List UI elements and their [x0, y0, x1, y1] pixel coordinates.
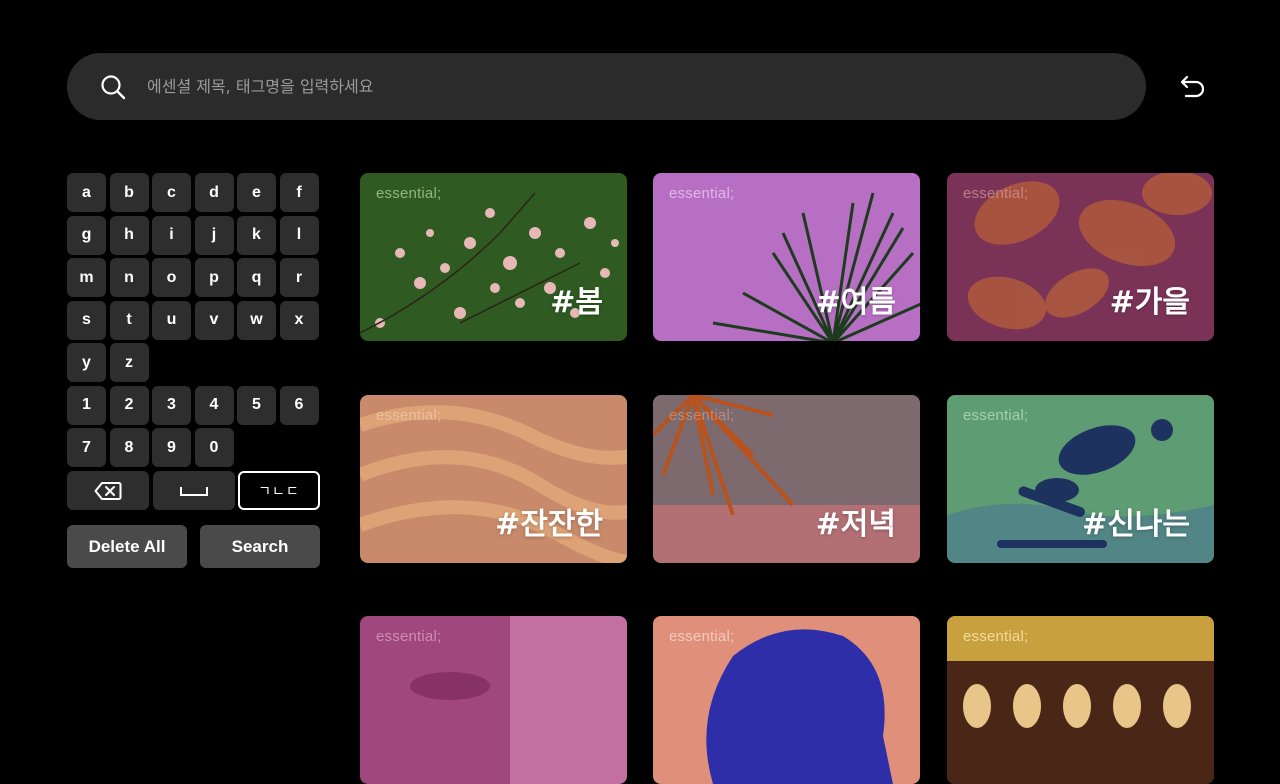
back-icon	[1180, 75, 1205, 98]
key-p[interactable]: p	[194, 258, 234, 297]
back-button[interactable]	[1176, 70, 1210, 104]
key-1[interactable]: 1	[67, 385, 106, 425]
key-r[interactable]: r	[279, 258, 319, 297]
key-s[interactable]: s	[67, 300, 106, 340]
card-tag: #봄	[550, 285, 603, 320]
search-icon	[99, 73, 127, 101]
key-z[interactable]: z	[109, 343, 149, 382]
key-e[interactable]: e	[237, 173, 276, 212]
key-x[interactable]: x	[279, 300, 319, 340]
key-6[interactable]: 6	[279, 385, 319, 425]
key-l[interactable]: l	[279, 215, 319, 255]
delete-all-button[interactable]: Delete All	[67, 525, 187, 568]
card-exciting[interactable]: essential; #신나는	[947, 395, 1214, 563]
card-portrait-lips[interactable]: essential;	[360, 616, 627, 784]
card-tag: #신나는	[1082, 507, 1190, 542]
key-g[interactable]: g	[67, 215, 106, 255]
key-h[interactable]: h	[109, 215, 149, 255]
key-k[interactable]: k	[237, 215, 276, 255]
card-brand: essential;	[963, 407, 1029, 424]
key-9[interactable]: 9	[152, 428, 191, 467]
card-tag: #가을	[1109, 285, 1190, 320]
key-i[interactable]: i	[152, 215, 191, 255]
key-f[interactable]: f	[279, 173, 319, 212]
key-3[interactable]: 3	[152, 385, 191, 425]
card-cake[interactable]: essential;	[947, 616, 1214, 784]
card-tag: #여름	[815, 285, 896, 320]
search-bar[interactable]	[67, 53, 1146, 120]
card-portrait-profile[interactable]: essential;	[653, 616, 920, 784]
card-brand: essential;	[376, 407, 442, 424]
key-q[interactable]: q	[237, 258, 276, 297]
card-tag: #저녁	[815, 507, 896, 542]
card-brand: essential;	[669, 185, 735, 202]
key-w[interactable]: w	[237, 300, 276, 340]
key-m[interactable]: m	[67, 258, 106, 297]
key-o[interactable]: o	[152, 258, 191, 297]
key-4[interactable]: 4	[194, 385, 234, 425]
card-brand: essential;	[669, 407, 735, 424]
card-summer[interactable]: essential; #여름	[653, 173, 920, 341]
language-toggle-key[interactable]: ㄱㄴㄷ	[238, 471, 320, 510]
card-tag: #잔잔한	[495, 507, 603, 542]
key-v[interactable]: v	[194, 300, 234, 340]
language-toggle-label: ㄱㄴㄷ	[258, 483, 300, 500]
key-d[interactable]: d	[194, 173, 234, 212]
key-8[interactable]: 8	[109, 428, 149, 467]
search-button[interactable]: Search	[200, 525, 320, 568]
backspace-key[interactable]	[67, 471, 149, 510]
key-n[interactable]: n	[109, 258, 149, 297]
card-spring[interactable]: essential; #봄	[360, 173, 627, 341]
card-brand: essential;	[376, 185, 442, 202]
key-0[interactable]: 0	[194, 428, 234, 467]
search-input[interactable]	[145, 76, 1049, 97]
card-evening[interactable]: essential; #저녁	[653, 395, 920, 563]
key-j[interactable]: j	[194, 215, 234, 255]
key-7[interactable]: 7	[67, 428, 106, 467]
key-y[interactable]: y	[67, 343, 106, 382]
card-brand: essential;	[963, 185, 1029, 202]
card-brand: essential;	[669, 628, 735, 645]
card-calm[interactable]: essential; #잔잔한	[360, 395, 627, 563]
key-a[interactable]: a	[67, 173, 106, 212]
card-brand: essential;	[963, 628, 1029, 645]
key-t[interactable]: t	[109, 300, 149, 340]
card-brand: essential;	[376, 628, 442, 645]
key-5[interactable]: 5	[237, 385, 276, 425]
backspace-icon	[94, 481, 122, 500]
space-key[interactable]	[152, 471, 235, 510]
key-u[interactable]: u	[152, 300, 191, 340]
key-c[interactable]: c	[152, 173, 191, 212]
key-b[interactable]: b	[109, 173, 149, 212]
key-2[interactable]: 2	[109, 385, 149, 425]
card-autumn[interactable]: essential; #가을	[947, 173, 1214, 341]
space-icon	[179, 486, 208, 496]
